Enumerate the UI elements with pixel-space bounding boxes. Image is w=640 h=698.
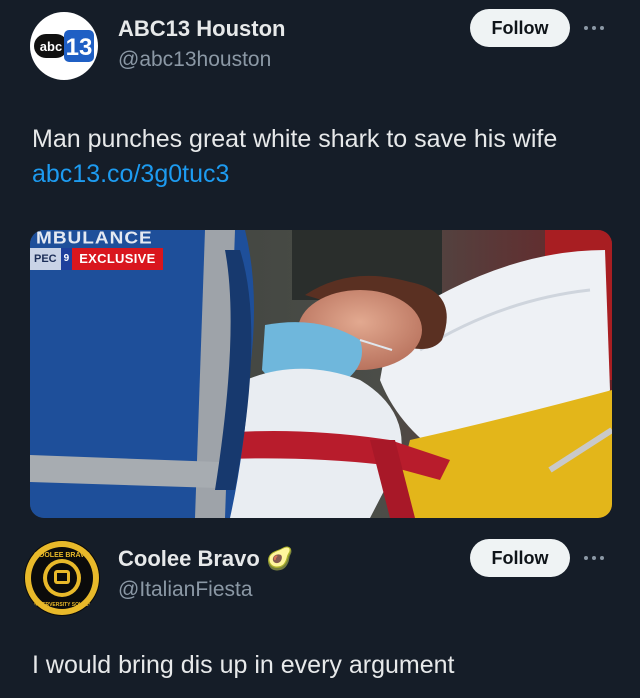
- svg-text:13: 13: [66, 34, 93, 61]
- exclusive-badge: PEC 9 EXCLUSIVE: [30, 248, 163, 270]
- coolee-bravo-logo-icon: COOLEE BRAVO INTERVERSITY SOUND: [25, 541, 99, 615]
- tweet-abc13[interactable]: abc 13 ABC13 Houston @abc13houston Follo…: [0, 0, 640, 530]
- author-name[interactable]: Coolee Bravo 🥑: [118, 546, 293, 572]
- badge-prefix: PEC: [30, 248, 61, 270]
- abc13-logo-icon: abc 13: [34, 30, 94, 62]
- abc13-avatar[interactable]: abc 13: [30, 12, 98, 80]
- author-name[interactable]: ABC13 Houston: [118, 16, 285, 42]
- author-handle[interactable]: @abc13houston: [118, 48, 271, 72]
- tweet-text: Man punches great white shark to save hi…: [32, 122, 612, 192]
- tweet-link[interactable]: abc13.co/3g0tuc3: [32, 160, 229, 188]
- avocado-emoji-icon: 🥑: [265, 546, 294, 571]
- stretcher-photo: [30, 230, 612, 518]
- ambulance-lettering: MBULANCE: [36, 230, 153, 248]
- coolee-bravo-avatar[interactable]: COOLEE BRAVO INTERVERSITY SOUND: [24, 540, 100, 616]
- svg-text:INTERVERSITY SOUND: INTERVERSITY SOUND: [34, 602, 90, 608]
- more-options-icon[interactable]: [584, 24, 608, 32]
- author-name-text: Coolee Bravo: [118, 546, 260, 571]
- tweet-media-image[interactable]: MBULANCE PEC 9 EXCLUSIVE: [30, 230, 612, 518]
- more-options-icon[interactable]: [584, 554, 608, 562]
- tweet-coolee-bravo[interactable]: COOLEE BRAVO INTERVERSITY SOUND Coolee B…: [0, 530, 640, 698]
- channel-9-logo-icon: 9: [60, 248, 73, 270]
- follow-button[interactable]: Follow: [470, 539, 570, 577]
- svg-text:COOLEE BRAVO: COOLEE BRAVO: [34, 552, 91, 559]
- tweet-text: I would bring dis up in every argument: [32, 651, 455, 679]
- follow-button[interactable]: Follow: [470, 9, 570, 47]
- tweet-body: Man punches great white shark to save hi…: [32, 125, 558, 153]
- exclusive-label: EXCLUSIVE: [72, 248, 163, 270]
- author-handle[interactable]: @ItalianFiesta: [118, 578, 253, 602]
- svg-text:abc: abc: [40, 39, 62, 54]
